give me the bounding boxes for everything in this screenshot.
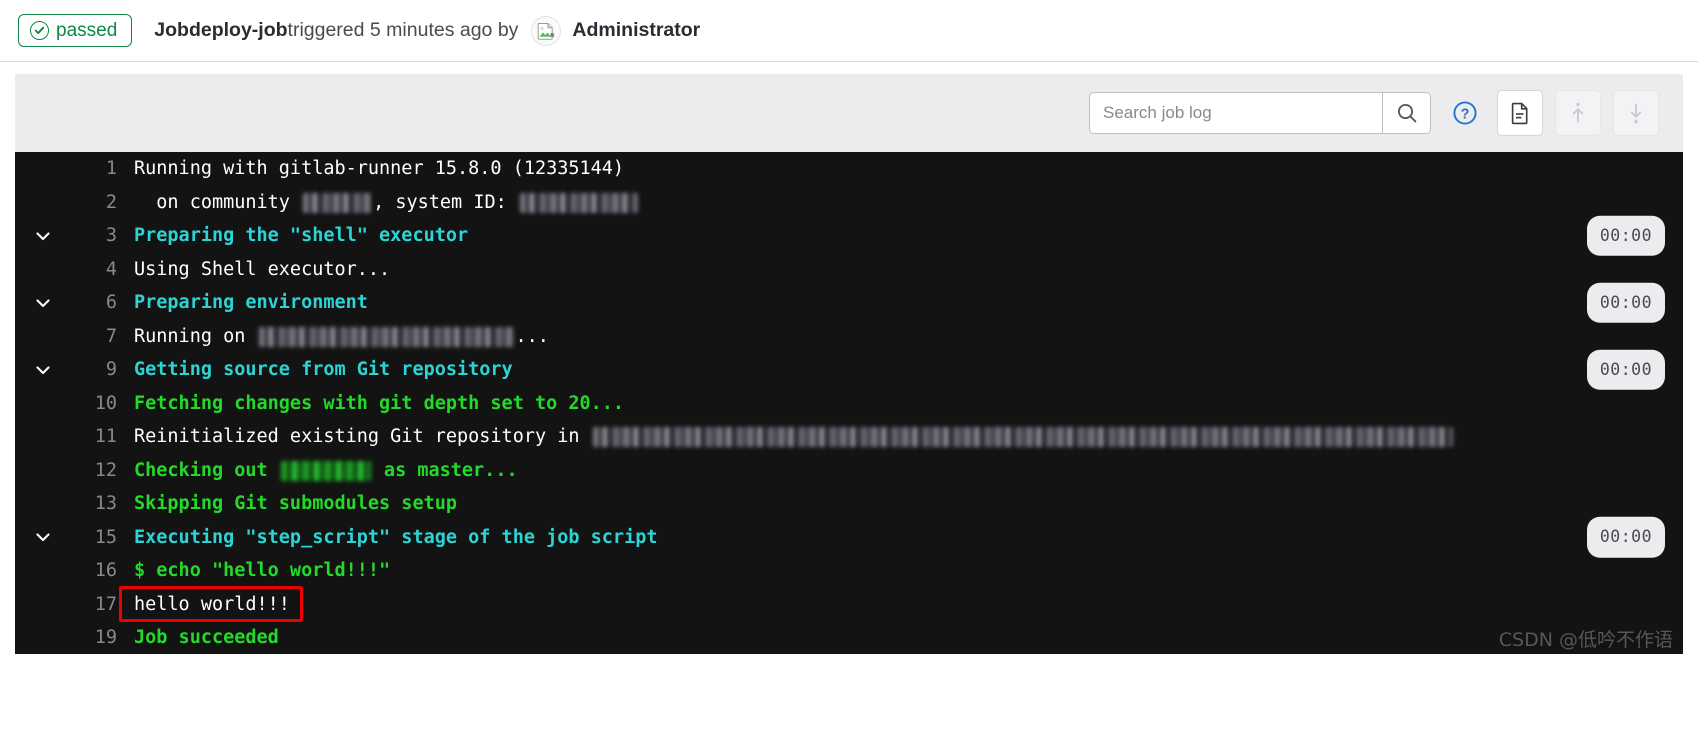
collapse-section-toggle[interactable] — [15, 293, 71, 313]
collapse-section-toggle[interactable] — [15, 360, 71, 380]
redacted-text — [258, 326, 514, 347]
log-line: 11 Reinitialized existing Git repository … — [15, 420, 1683, 454]
log-line-text: $ echo "hello world!!!" — [134, 560, 391, 581]
arrow-down-icon — [1630, 103, 1642, 124]
search-job-log-group[interactable] — [1089, 92, 1431, 134]
avatar[interactable] — [531, 15, 562, 46]
document-icon — [1511, 102, 1528, 125]
redacted-text — [303, 192, 372, 213]
log-line-number: 1 — [105, 158, 117, 179]
scroll-to-bottom-button[interactable] — [1613, 90, 1659, 136]
log-line-number: 10 — [94, 392, 117, 414]
log-line-number: 15 — [94, 526, 117, 548]
log-line: 10 Fetching changes with git depth set to… — [15, 387, 1683, 421]
check-circle-icon — [30, 21, 49, 40]
chevron-down-icon — [36, 232, 50, 240]
log-line-text: Running with gitlab-runner 15.8.0 (12335… — [134, 158, 625, 179]
broken-image-icon — [538, 22, 555, 40]
section-duration-badge: 00:00 — [1586, 349, 1665, 390]
collapse-section-toggle[interactable] — [15, 527, 71, 547]
log-line-text: Skipping Git submodules setup — [134, 493, 458, 514]
log-line-text: hello world!!! — [134, 593, 290, 615]
log-line-number: 9 — [105, 359, 117, 380]
log-line-text: Executing "step_script" stage of the job… — [134, 526, 658, 548]
log-line-text: Preparing the "shell" executor — [134, 225, 469, 246]
log-line-text: on community , system ID: — [134, 186, 1683, 220]
log-line-number: 19 — [94, 627, 117, 648]
search-input[interactable] — [1090, 93, 1382, 133]
job-name[interactable]: deploy-job — [189, 19, 288, 42]
show-raw-log-button[interactable] — [1497, 90, 1543, 136]
collapse-section-toggle[interactable] — [15, 226, 71, 246]
log-line-text: Fetching changes with git depth set to 2… — [134, 392, 625, 414]
log-line: 12 Checking out as master... — [15, 454, 1683, 488]
scroll-to-top-button[interactable] — [1555, 90, 1601, 136]
search-icon — [1397, 103, 1416, 123]
user-name[interactable]: Administrator — [572, 19, 700, 42]
job-log-panel[interactable]: 1 Running with gitlab-runner 15.8.0 (1233… — [15, 152, 1683, 654]
job-triggered-text: triggered 5 minutes ago by — [287, 19, 519, 41]
status-badge: passed — [18, 14, 133, 47]
log-line: 4 Using Shell executor... — [15, 253, 1683, 287]
log-line-text: Running on ... — [134, 325, 549, 347]
log-line-text: Preparing environment — [134, 292, 368, 313]
watermark: CSDN @低吟不作语 — [1498, 629, 1673, 651]
log-toolbar: ? — [15, 74, 1683, 152]
chevron-down-icon — [36, 366, 50, 374]
log-line-number: 7 — [105, 325, 117, 347]
status-badge-label: passed — [56, 20, 118, 41]
log-line-number: 17 — [94, 593, 117, 615]
log-line-text: Checking out as master... — [134, 459, 518, 481]
chevron-down-icon — [36, 299, 50, 307]
log-line-number: 13 — [94, 493, 117, 514]
help-button[interactable]: ? — [1445, 92, 1485, 134]
section-duration-badge: 00:00 — [1586, 215, 1665, 256]
log-line: 9 Getting source from Git repository 00:00 — [15, 349, 1683, 390]
log-line-number: 12 — [94, 459, 117, 481]
svg-text:?: ? — [1461, 106, 1470, 122]
section-duration-badge: 00:00 — [1586, 517, 1665, 558]
arrow-up-icon — [1572, 102, 1584, 123]
log-line: 3 Preparing the "shell" executor 00:00 — [15, 215, 1683, 256]
job-header: passed Job deploy-job triggered 5 minute… — [0, 0, 1698, 62]
log-line-number: 2 — [105, 191, 117, 213]
search-button[interactable] — [1382, 93, 1430, 133]
log-line-number: 6 — [105, 292, 117, 313]
job-title-line: Job deploy-job triggered 5 minutes ago b… — [154, 15, 700, 46]
redacted-text — [280, 460, 371, 481]
log-line-text: Reinitialized existing Git repository in — [134, 420, 1683, 454]
log-line-text: Job succeeded — [134, 627, 279, 648]
log-line: 2 on community , system ID: — [15, 186, 1683, 220]
log-line-text: Getting source from Git repository — [134, 359, 513, 380]
log-line: 17 hello world!!! — [15, 588, 1683, 622]
job-label: Job — [154, 19, 189, 41]
log-line: 16 $ echo "hello world!!!" — [15, 554, 1683, 588]
log-line: 15 Executing "step_script" stage of the j… — [15, 517, 1683, 558]
log-line: 13 Skipping Git submodules setup — [15, 487, 1683, 521]
log-line-text: Using Shell executor... — [134, 258, 391, 280]
redacted-text — [592, 427, 1453, 447]
question-circle-icon: ? — [1453, 101, 1477, 125]
log-line: 1 Running with gitlab-runner 15.8.0 (1233… — [15, 152, 1683, 186]
chevron-down-icon — [36, 533, 50, 542]
log-line: 6 Preparing environment 00:00 — [15, 282, 1683, 323]
redacted-text — [519, 192, 638, 213]
log-line-number: 11 — [94, 426, 117, 447]
log-line-number: 16 — [94, 560, 117, 581]
log-line: 19 Job succeeded — [15, 621, 1683, 654]
section-duration-badge: 00:00 — [1586, 282, 1665, 323]
log-line-number: 3 — [105, 225, 117, 246]
log-line: 7 Running on ... — [15, 320, 1683, 354]
log-line-number: 4 — [105, 258, 117, 280]
